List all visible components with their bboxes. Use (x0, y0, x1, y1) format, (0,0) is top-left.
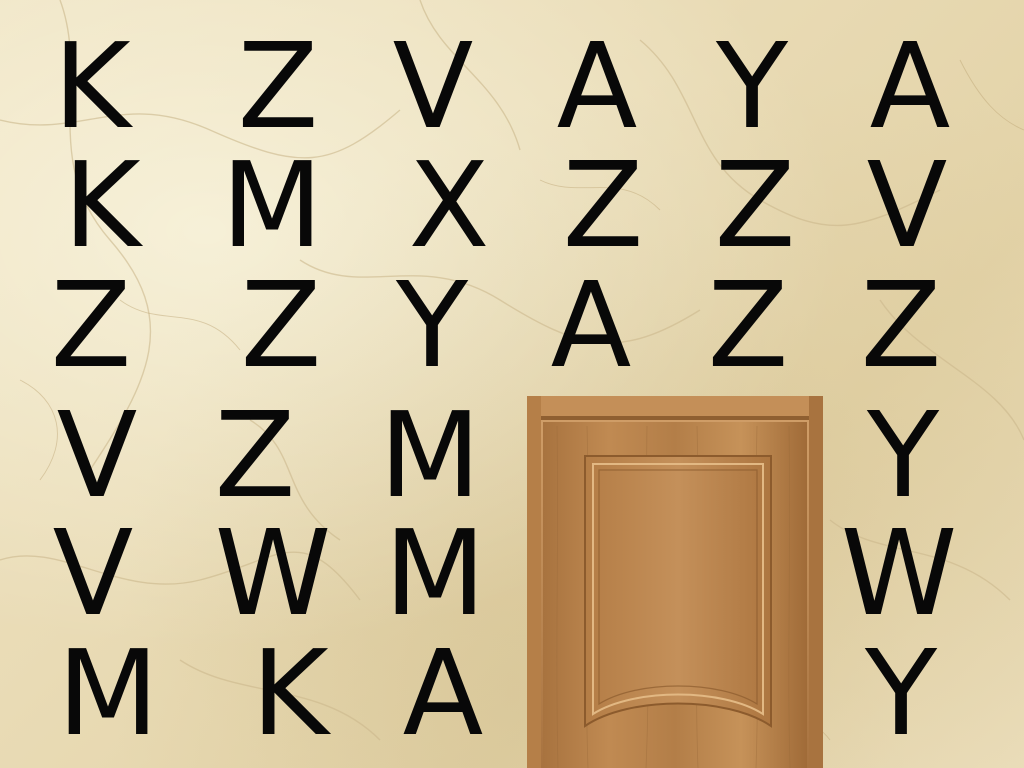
grid-letter-r2-c4[interactable]: Z (683, 266, 813, 384)
grid-letter-r4-c0[interactable]: V (28, 514, 158, 632)
grid-letter-r3-c0[interactable]: V (32, 396, 162, 514)
grid-letter-r3-c1[interactable]: Z (190, 396, 320, 514)
grid-letter-r4-c1[interactable]: W (208, 514, 338, 632)
grid-letter-r4-c5[interactable]: W (834, 514, 964, 632)
grid-letter-r0-c1[interactable]: Z (213, 27, 343, 145)
grid-letter-r1-c2[interactable]: X (384, 146, 514, 264)
grid-letter-r1-c0[interactable]: K (37, 146, 167, 264)
grid-letter-r1-c4[interactable]: Z (690, 146, 820, 264)
grid-letter-r2-c3[interactable]: A (526, 266, 656, 384)
grid-letter-r2-c0[interactable]: Z (26, 266, 156, 384)
grid-letter-r5-c1[interactable]: K (225, 634, 355, 752)
wooden-door-icon[interactable] (527, 396, 823, 768)
grid-letter-r2-c2[interactable]: Y (367, 266, 497, 384)
grid-letter-r2-c5[interactable]: Z (836, 266, 966, 384)
grid-letter-r0-c4[interactable]: Y (687, 27, 817, 145)
grid-letter-r5-c5[interactable]: Y (836, 634, 966, 752)
grid-letter-r1-c5[interactable]: V (842, 146, 972, 264)
grid-letter-r5-c2[interactable]: A (378, 634, 508, 752)
grid-letter-r2-c1[interactable]: Z (216, 266, 346, 384)
grid-letter-r0-c2[interactable]: V (368, 27, 498, 145)
game-board: K Z V A Y A K M X Z Z V Z Z Y A Z Z V Z … (0, 0, 1024, 768)
grid-letter-r0-c0[interactable]: K (27, 27, 157, 145)
grid-letter-r0-c5[interactable]: A (845, 27, 975, 145)
grid-letter-r3-c2[interactable]: M (365, 396, 495, 514)
grid-letter-r0-c3[interactable]: A (532, 27, 662, 145)
grid-letter-r5-c0[interactable]: M (43, 634, 173, 752)
grid-letter-r4-c2[interactable]: M (370, 514, 500, 632)
grid-letter-r3-c5[interactable]: Y (838, 396, 968, 514)
grid-letter-r1-c1[interactable]: M (207, 146, 337, 264)
grid-letter-r1-c3[interactable]: Z (538, 146, 668, 264)
